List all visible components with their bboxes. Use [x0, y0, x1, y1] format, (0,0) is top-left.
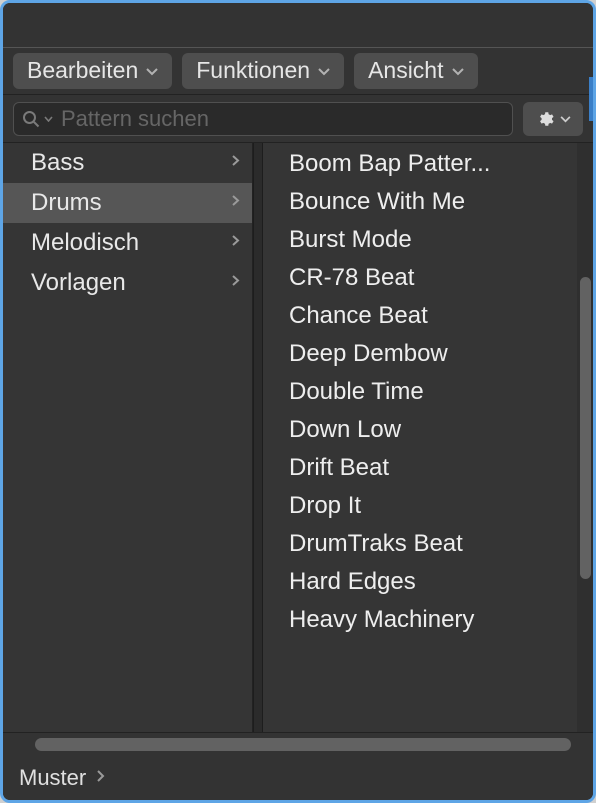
chevron-down-icon	[318, 63, 330, 79]
pattern-item[interactable]: Chance Beat	[263, 297, 593, 335]
edit-menu-label: Bearbeiten	[27, 57, 138, 84]
functions-menu-label: Funktionen	[196, 57, 310, 84]
chevron-right-icon	[96, 767, 105, 789]
pattern-item[interactable]: Bounce With Me	[263, 183, 593, 221]
chevron-right-icon	[231, 154, 240, 172]
functions-menu-button[interactable]: Funktionen	[182, 53, 344, 89]
search-icon	[22, 110, 40, 128]
category-label: Drums	[31, 189, 102, 217]
pattern-list: Boom Bap Patter...Bounce With MeBurst Mo…	[263, 143, 593, 639]
chevron-right-icon	[231, 234, 240, 252]
pattern-column: Boom Bap Patter...Bounce With MeBurst Mo…	[263, 143, 593, 732]
category-item[interactable]: Bass	[3, 143, 252, 183]
pattern-item[interactable]: Down Low	[263, 411, 593, 449]
window-edge-accent	[589, 77, 593, 121]
category-item[interactable]: Melodisch	[3, 223, 252, 263]
category-label: Melodisch	[31, 229, 139, 257]
browser-body: Bass Drums Melodisch Vorlagen Boom Bap Patt…	[3, 143, 593, 732]
view-menu-button[interactable]: Ansicht	[354, 53, 477, 89]
chevron-down-icon	[560, 111, 571, 126]
breadcrumb-root[interactable]: Muster	[19, 765, 86, 791]
breadcrumb-bar: Muster	[3, 756, 593, 800]
search-field-container[interactable]	[13, 102, 513, 136]
search-scope-chevron-icon[interactable]	[44, 113, 53, 125]
search-input[interactable]	[61, 106, 504, 132]
pattern-item[interactable]: Drift Beat	[263, 449, 593, 487]
titlebar-spacer	[3, 3, 593, 47]
pattern-item[interactable]: DrumTraks Beat	[263, 525, 593, 563]
vertical-scrollbar-thumb[interactable]	[580, 277, 591, 579]
horizontal-scrollbar-track[interactable]	[3, 732, 593, 756]
category-label: Vorlagen	[31, 269, 126, 297]
edit-menu-button[interactable]: Bearbeiten	[13, 53, 172, 89]
menu-bar: Bearbeiten Funktionen Ansicht	[3, 47, 593, 95]
pattern-item[interactable]: CR-78 Beat	[263, 259, 593, 297]
chevron-right-icon	[231, 194, 240, 212]
category-item[interactable]: Vorlagen	[3, 263, 252, 303]
chevron-right-icon	[231, 274, 240, 292]
category-label: Bass	[31, 149, 84, 177]
gear-icon	[536, 110, 554, 128]
settings-menu-button[interactable]	[523, 102, 583, 136]
view-menu-label: Ansicht	[368, 57, 443, 84]
horizontal-scrollbar-thumb[interactable]	[35, 738, 571, 751]
search-row	[3, 95, 593, 143]
pattern-item[interactable]: Deep Dembow	[263, 335, 593, 373]
category-column: Bass Drums Melodisch Vorlagen	[3, 143, 253, 732]
pattern-item[interactable]: Double Time	[263, 373, 593, 411]
vertical-scrollbar-track[interactable]	[577, 143, 593, 732]
chevron-down-icon	[146, 63, 158, 79]
pattern-item[interactable]: Boom Bap Patter...	[263, 145, 593, 183]
pattern-browser-window: Bearbeiten Funktionen Ansicht	[0, 0, 596, 803]
pattern-item[interactable]: Drop It	[263, 487, 593, 525]
category-item[interactable]: Drums	[3, 183, 252, 223]
pattern-item[interactable]: Burst Mode	[263, 221, 593, 259]
pattern-item[interactable]: Hard Edges	[263, 563, 593, 601]
pattern-item[interactable]: Heavy Machinery	[263, 601, 593, 639]
column-divider[interactable]	[253, 143, 263, 732]
chevron-down-icon	[452, 63, 464, 79]
